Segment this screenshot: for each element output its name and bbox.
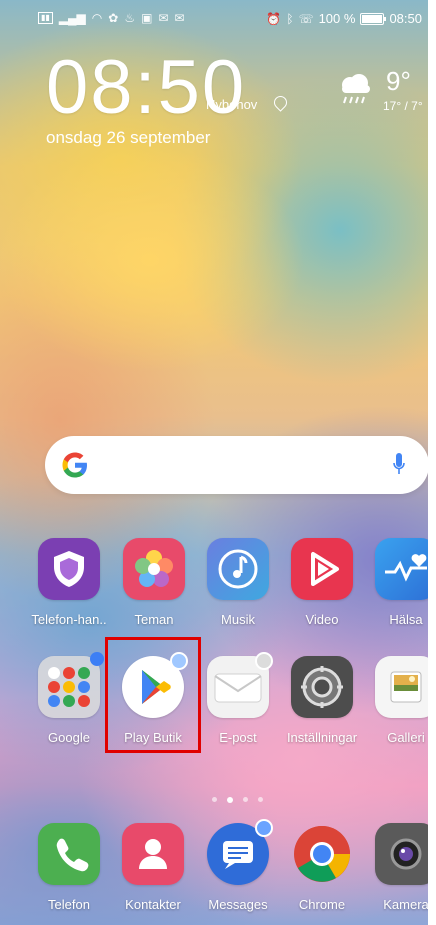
sim-icon: ▮▮ (38, 12, 53, 24)
status-left-icons: ▮▮ ▂▄▆ ◠ ✿ ♨ ▣ ✉ ✉ (38, 11, 185, 25)
app-installningar[interactable]: Inställningar (280, 656, 364, 745)
app-label: Telefon-han.. (31, 612, 107, 627)
app-label: Google (48, 730, 90, 745)
app-label: Teman (134, 612, 174, 627)
app-telefonhanterare[interactable]: Telefon-han.. (27, 538, 111, 627)
screen-edge (428, 0, 436, 925)
home-screen: ▮▮ ▂▄▆ ◠ ✿ ♨ ▣ ✉ ✉ ⏰ ᛒ ☏ 100 % 08:50 08:… (0, 0, 436, 925)
app-label: Inställningar (286, 730, 358, 745)
status-right-icons: ⏰ ᛒ ☏ 100 % 08:50 (266, 11, 422, 26)
app-label: Musik (221, 612, 255, 627)
location-label: Nybohov (206, 97, 258, 112)
page-indicator (212, 797, 263, 803)
heart-icon (375, 538, 436, 600)
mail-icon: ✉ (174, 11, 185, 25)
app-kamera[interactable]: Kamera (364, 823, 436, 912)
status-bar: ▮▮ ▂▄▆ ◠ ✿ ♨ ▣ ✉ ✉ ⏰ ᛒ ☏ 100 % 08:50 (0, 0, 436, 40)
app-label: E-post (219, 730, 257, 745)
app-label: Messages (208, 897, 268, 912)
phone-icon (38, 823, 100, 885)
app-video[interactable]: Video (280, 538, 364, 627)
app-label: Video (305, 612, 339, 627)
clock-time[interactable]: 08:50 (46, 50, 246, 126)
google-logo-icon (62, 452, 87, 478)
date-label[interactable]: onsdag 26 september (46, 128, 210, 148)
battery-icon (360, 12, 387, 25)
temperature: 9° (386, 66, 411, 96)
app-telefon[interactable]: Telefon (27, 823, 111, 912)
app-label: Chrome (298, 897, 346, 912)
highlight-box (105, 637, 201, 753)
app-label: Kontakter (125, 897, 181, 912)
shield-icon (38, 538, 100, 600)
play-icon (291, 538, 353, 600)
notification-icon: ✿ (108, 11, 119, 25)
call-icon: ☏ (298, 11, 314, 26)
wifi-icon: ◠ (91, 11, 103, 25)
app-e-post[interactable]: E-post (196, 652, 280, 745)
chrome-icon (291, 823, 353, 885)
battery-percent: 100 % (318, 11, 356, 26)
contact-icon (122, 823, 184, 885)
camera-icon (375, 823, 436, 885)
music-note-icon (207, 538, 269, 600)
app-messages[interactable]: Messages (196, 819, 280, 912)
gallery-icon (375, 656, 436, 718)
notification-dot (255, 652, 273, 670)
folder-icon (38, 652, 104, 718)
app-galleri[interactable]: Galleri (364, 656, 436, 745)
flower-icon (123, 538, 185, 600)
app-musik[interactable]: Musik (196, 538, 280, 627)
notification-dot (90, 652, 104, 666)
app-kontakter[interactable]: Kontakter (111, 823, 195, 912)
gear-icon (291, 656, 353, 718)
message-icon (207, 819, 273, 885)
app-halsa[interactable]: Hälsa (364, 538, 436, 627)
app-teman[interactable]: Teman (112, 538, 196, 627)
temperature-range: 17° / 7° (383, 99, 423, 113)
mail-icon: ✉ (158, 11, 169, 25)
weather-icon[interactable] (337, 73, 373, 105)
notification-dot (255, 819, 273, 837)
page-dot (243, 797, 248, 802)
google-search-bar[interactable] (45, 436, 429, 494)
app-label: Galleri (387, 730, 425, 745)
app-chrome[interactable]: Chrome (280, 823, 364, 912)
page-dot (212, 797, 217, 802)
location-icon (271, 93, 290, 112)
microphone-icon[interactable] (393, 452, 405, 478)
app-label: Telefon (48, 897, 90, 912)
signal-icon: ▂▄▆ (58, 11, 86, 25)
page-dot-active (227, 797, 233, 803)
app-google-folder[interactable]: Google (27, 652, 111, 745)
app-label: Kamera (383, 897, 429, 912)
bluetooth-icon: ᛒ (286, 11, 294, 26)
alarm-icon: ⏰ (266, 11, 282, 26)
page-dot (258, 797, 263, 802)
mail-icon (207, 652, 273, 718)
gallery-icon: ▣ (141, 11, 153, 25)
notification-icon: ♨ (124, 11, 136, 25)
status-time: 08:50 (389, 11, 422, 26)
app-label: Hälsa (389, 612, 423, 627)
